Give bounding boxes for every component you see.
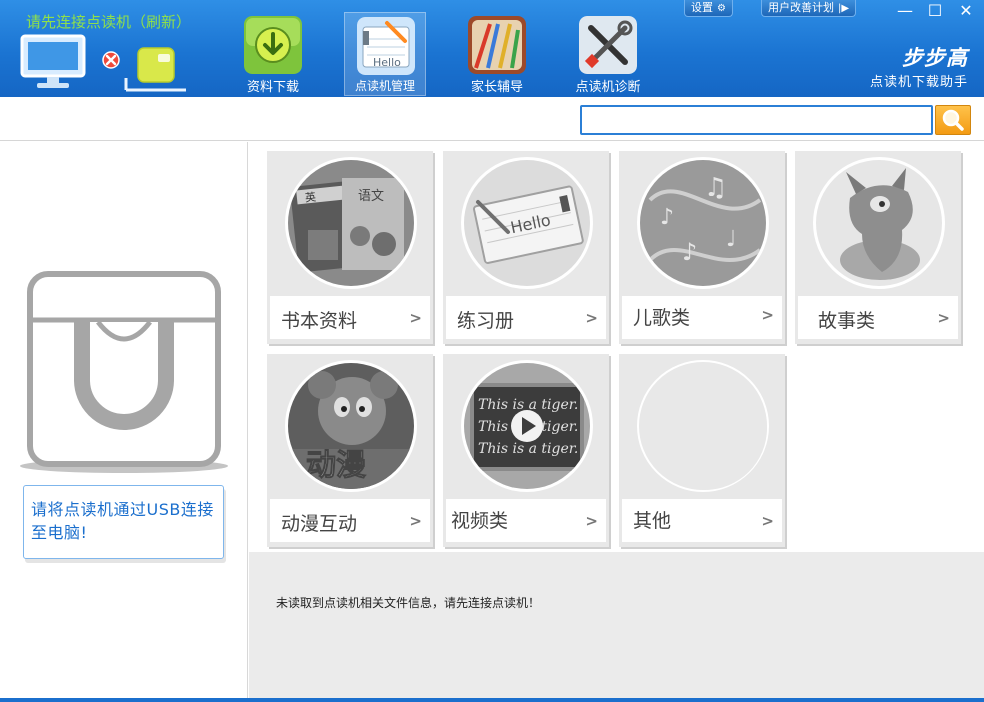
chevron-right-icon: >: [937, 309, 950, 327]
card-footer: 书本资料 >: [270, 296, 430, 339]
textbooks-thumbnail: 英 语文: [285, 157, 417, 289]
close-button[interactable]: ✕: [953, 0, 979, 22]
chevron-right-icon: >: [409, 309, 422, 327]
tab-download-label: 资料下载: [246, 80, 299, 95]
card-footer: 动漫互动 >: [270, 499, 430, 542]
chalkboard-line-3: This is a tiger.: [478, 441, 578, 457]
connect-hint-text: 请将点读机通过USB连接至电脑!: [31, 500, 214, 542]
search-icon: [942, 109, 964, 131]
category-label: 动漫互动: [281, 513, 358, 535]
search-bar: [0, 97, 984, 141]
category-label: 视频类: [451, 510, 509, 532]
category-grid-area: 英 语文 书本资料 > Hello 练习册 > ♪ ♫ ♪ ♩ 儿歌类 > 故事…: [249, 142, 984, 702]
play-icon: |▶: [838, 3, 850, 14]
notebook-text: Hello: [373, 56, 401, 69]
title-bar: 请先连接点读机（刷新） 资料下载 Hello 点读机管理 家长辅导 点读机诊断 …: [0, 0, 984, 97]
hello-notebook-thumbnail: Hello: [461, 157, 593, 289]
maximize-button[interactable]: ☐: [922, 0, 948, 22]
brand-logo: 步步高: [902, 46, 968, 70]
tab-device-diagnosis-label: 点读机诊断: [575, 80, 641, 95]
tab-device-diagnosis[interactable]: 点读机诊断: [567, 12, 649, 96]
connect-hint-box: 请将点读机通过USB连接至电脑!: [23, 485, 224, 559]
minimize-button[interactable]: —: [892, 0, 918, 22]
card-footer: 儿歌类 >: [622, 296, 782, 339]
window-bottom-border: [0, 698, 984, 702]
svg-text:♩: ♩: [726, 227, 736, 252]
art-supplies-icon: [468, 16, 526, 74]
video-chalkboard-thumbnail: This is a tiger. This is a tiger. This i…: [461, 360, 593, 492]
english-book-text: 英: [304, 190, 316, 205]
download-icon: [244, 16, 302, 74]
hello-notebook-icon: Hello: [357, 17, 415, 75]
card-footer: 练习册 >: [446, 296, 606, 339]
category-card-workbooks[interactable]: Hello 练习册 >: [443, 151, 609, 344]
category-card-other[interactable]: 其他 >: [619, 354, 785, 547]
card-footer: 故事类 >: [798, 296, 958, 339]
category-card-books[interactable]: 英 语文 书本资料 >: [267, 151, 433, 344]
category-label: 儿歌类: [633, 307, 691, 329]
other-thumbnail: [637, 360, 769, 492]
info-message: 未读取到点读机相关文件信息，请先连接点读机！: [276, 596, 541, 610]
chevron-right-icon: >: [761, 512, 774, 530]
category-card-songs[interactable]: ♪ ♫ ♪ ♩ 儿歌类 >: [619, 151, 785, 344]
chinese-book-text: 语文: [358, 189, 384, 204]
category-label: 书本资料: [281, 310, 358, 332]
tab-download[interactable]: 资料下载: [232, 12, 314, 96]
tab-parent-tutoring-label: 家长辅导: [470, 80, 523, 95]
chevron-right-icon: >: [585, 512, 598, 530]
search-input[interactable]: [580, 105, 933, 135]
settings-button[interactable]: 设置 ⚙: [684, 0, 733, 17]
card-footer: 视频类 >: [446, 499, 606, 542]
svg-text:♫: ♫: [704, 173, 727, 203]
cartoon-text: 动漫: [306, 448, 366, 483]
category-label: 其他: [633, 510, 672, 532]
chevron-right-icon: >: [585, 309, 598, 327]
tab-device-management-label: 点读机管理: [354, 79, 415, 93]
category-label: 故事类: [818, 310, 876, 332]
svg-text:♪: ♪: [682, 238, 697, 266]
svg-text:♪: ♪: [660, 205, 674, 230]
chevron-right-icon: >: [409, 512, 422, 530]
app-subtitle: 点读机下载助手: [869, 75, 968, 90]
reader-device-icon: [124, 47, 186, 92]
improvement-plan-label: 用户改善计划: [768, 1, 834, 14]
category-card-animation[interactable]: 动漫 动漫互动 >: [267, 354, 433, 547]
music-notes-thumbnail: ♪ ♫ ♪ ♩: [637, 157, 769, 289]
search-button[interactable]: [935, 105, 971, 135]
gear-icon: ⚙: [717, 3, 726, 14]
disconnected-icon: [102, 51, 120, 69]
cartoon-horse-thumbnail: [813, 157, 945, 289]
connect-status-link[interactable]: 请先连接点读机（刷新）: [26, 11, 191, 32]
category-card-video[interactable]: This is a tiger. This is a tiger. This i…: [443, 354, 609, 547]
cartoon-animation-thumbnail: 动漫: [285, 360, 417, 492]
info-area: 未读取到点读机相关文件信息，请先连接点读机！: [249, 552, 984, 702]
chevron-right-icon: >: [761, 306, 774, 324]
improvement-plan-button[interactable]: 用户改善计划 |▶: [761, 0, 857, 17]
card-footer: 其他 >: [622, 499, 782, 542]
tools-icon: [579, 16, 637, 74]
category-label: 练习册: [457, 310, 515, 332]
reader-device-illustration: [20, 271, 228, 473]
device-panel: 请将点读机通过USB连接至电脑!: [0, 142, 248, 702]
tab-parent-tutoring[interactable]: 家长辅导: [456, 12, 538, 96]
settings-label: 设置: [691, 1, 713, 14]
tab-device-management[interactable]: Hello 点读机管理: [344, 12, 426, 96]
monitor-icon: [20, 34, 86, 88]
category-card-stories[interactable]: 故事类 >: [795, 151, 961, 344]
